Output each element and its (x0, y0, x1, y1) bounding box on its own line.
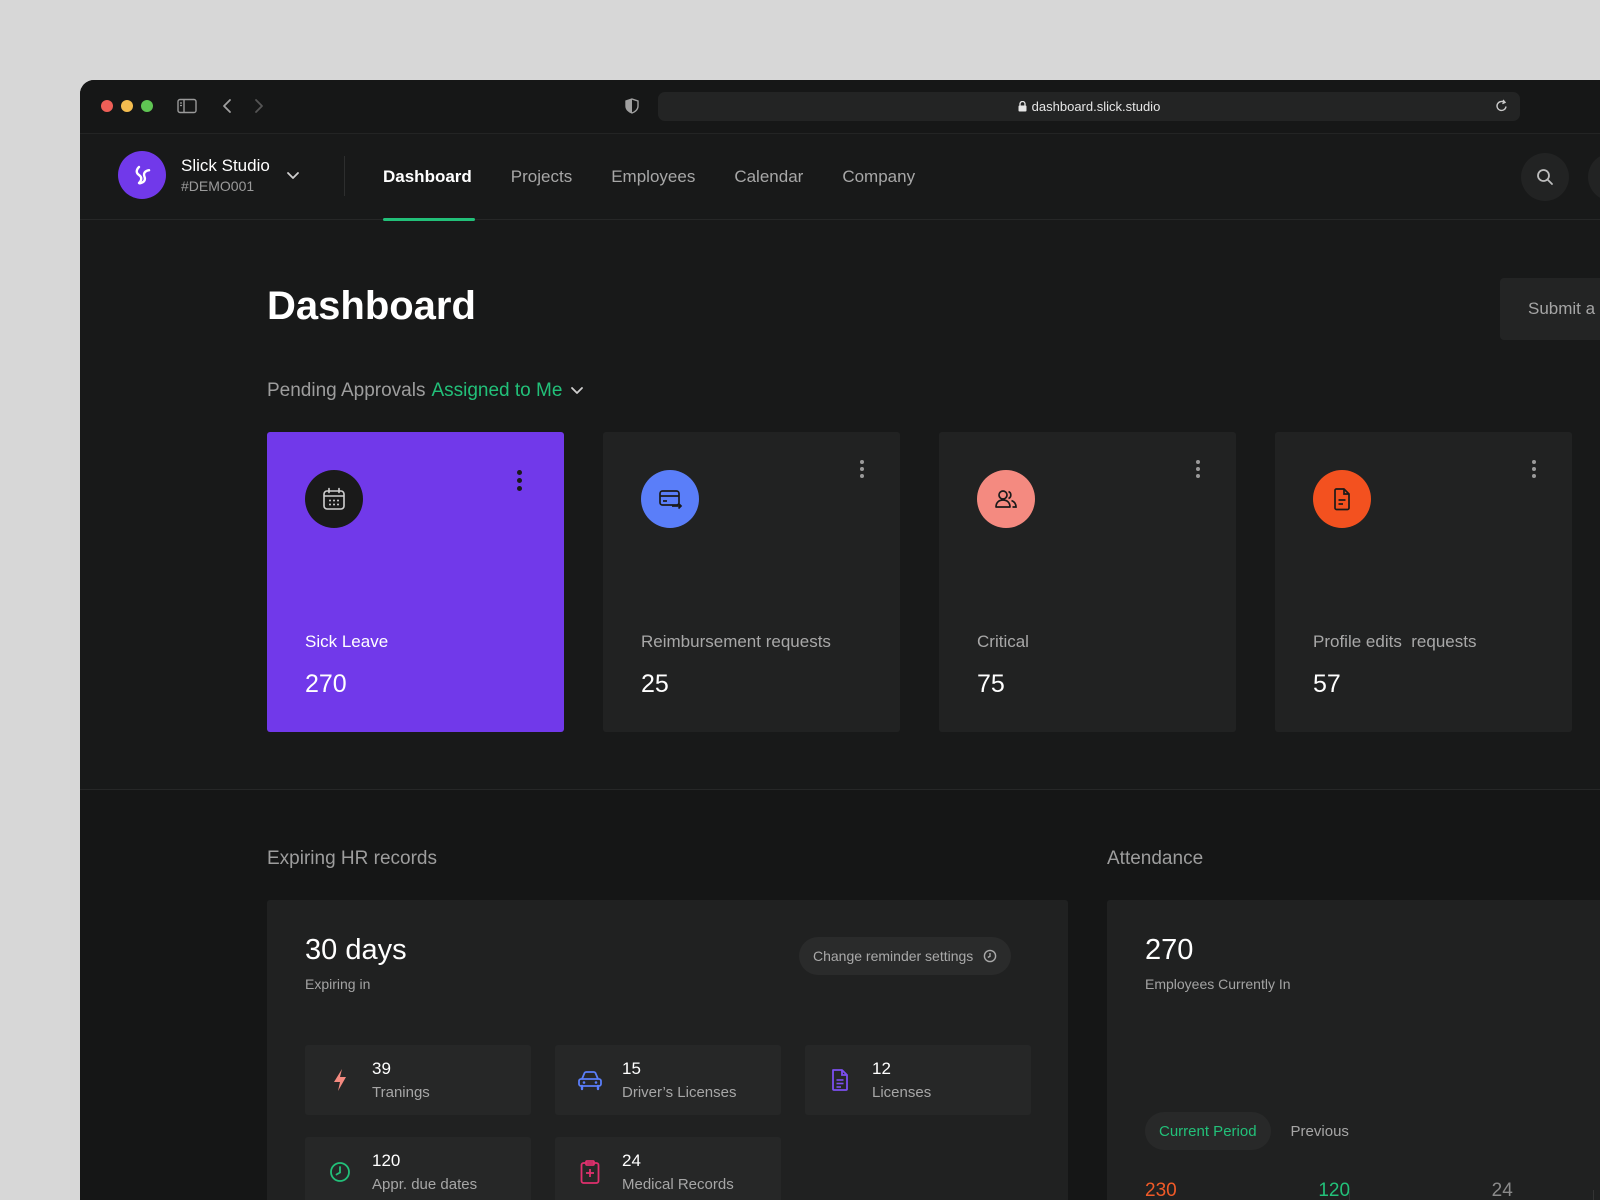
calendar-icon (305, 470, 363, 528)
tab-calendar[interactable]: Calendar (734, 134, 803, 220)
browser-toolbar: dashboard.slick.studio (80, 80, 1600, 134)
document-icon (1313, 470, 1371, 528)
attendance-stat: 230 (1145, 1180, 1177, 1200)
employees-in-count: 270 (1145, 934, 1194, 966)
submit-button[interactable]: Submit a (1500, 278, 1600, 340)
minimize-window-button[interactable] (121, 100, 133, 112)
tab-employees[interactable]: Employees (611, 134, 695, 220)
stat-divider (1349, 1190, 1350, 1200)
expiring-days-label: Expiring in (305, 976, 371, 992)
forward-arrow-icon[interactable] (252, 94, 266, 118)
app-header: Slick Studio #DEMO001 Dashboard Projects… (80, 134, 1600, 221)
approval-card-sick-leave[interactable]: Sick Leave 270 (267, 432, 564, 732)
users-icon (977, 470, 1035, 528)
record-trainings[interactable]: 39 Tranings (305, 1045, 531, 1115)
more-options-icon[interactable] (517, 468, 522, 492)
reload-icon[interactable] (1495, 99, 1508, 116)
more-options-icon[interactable] (1196, 458, 1200, 479)
card-value: 270 (305, 670, 347, 698)
card-value: 75 (977, 670, 1005, 698)
employees-in-label: Employees Currently In (1145, 976, 1291, 992)
pending-approvals-heading: Pending Approvals Assigned to Me (267, 380, 584, 402)
bolt-icon (327, 1067, 353, 1093)
expiring-days: 30 days (305, 934, 407, 966)
record-count: 120 (372, 1151, 401, 1170)
tab-projects[interactable]: Projects (511, 134, 572, 220)
card-value: 25 (641, 670, 669, 698)
sidebar-toggle-icon[interactable] (176, 94, 198, 118)
approval-card-reimbursement[interactable]: Reimbursement requests 25 (603, 432, 900, 732)
record-label: Medical Records (622, 1176, 734, 1193)
more-options-icon[interactable] (860, 458, 864, 479)
card-label: Profile edits requests (1313, 632, 1477, 651)
card-value: 57 (1313, 670, 1341, 698)
card-label: Reimbursement requests (641, 632, 831, 651)
record-drivers-licenses[interactable]: 15 Driver’s Licenses (555, 1045, 781, 1115)
record-label: Driver’s Licenses (622, 1084, 737, 1101)
more-options-icon[interactable] (1532, 458, 1536, 479)
medical-clipboard-icon (577, 1159, 603, 1185)
change-reminder-button[interactable]: Change reminder settings (799, 937, 1012, 975)
stat-divider (1593, 1190, 1594, 1200)
privacy-shield-icon[interactable] (624, 94, 640, 118)
record-count: 39 (372, 1059, 391, 1078)
record-label: Appr. due dates (372, 1176, 478, 1193)
chevron-down-icon[interactable] (570, 386, 584, 396)
attendance-stat: 120 (1318, 1180, 1351, 1200)
hr-records-panel: 30 days Expiring in Change reminder sett… (267, 900, 1068, 1200)
hr-records-title: Expiring HR records (267, 848, 437, 869)
period-current-button[interactable]: Current Period (1145, 1112, 1271, 1150)
period-toggle: Current Period Previous (1145, 1112, 1369, 1150)
close-window-button[interactable] (101, 100, 113, 112)
workspace-name[interactable]: Slick Studio (181, 156, 270, 176)
record-licenses[interactable]: 12 Licenses (805, 1045, 1031, 1115)
page-title: Dashboard (267, 284, 476, 328)
record-appraisal-due-dates[interactable]: 120 Appr. due dates (305, 1137, 531, 1200)
zoom-window-button[interactable] (141, 100, 153, 112)
browser-window: dashboard.slick.studio Slick Studio #DEM… (80, 80, 1600, 1200)
approval-card-profile-edits[interactable]: Profile edits requests 57 (1275, 432, 1572, 732)
back-arrow-icon[interactable] (220, 94, 234, 118)
record-count: 12 (872, 1059, 891, 1078)
record-count: 24 (622, 1151, 641, 1170)
record-label: Licenses (872, 1084, 932, 1101)
attendance-stat: 24 (1491, 1180, 1513, 1200)
clock-icon (327, 1159, 353, 1185)
card-label: Sick Leave (305, 632, 389, 651)
record-count: 15 (622, 1059, 641, 1078)
record-label: Tranings (372, 1084, 430, 1101)
file-icon (827, 1067, 853, 1093)
card-transfer-icon (641, 470, 699, 528)
attendance-title: Attendance (1107, 848, 1204, 869)
pending-approvals-label: Pending Approvals (267, 380, 426, 401)
tab-company[interactable]: Company (842, 134, 915, 220)
nav-divider (344, 156, 345, 196)
attendance-panel: 270 Employees Currently In Current Perio… (1107, 900, 1600, 1200)
attendance-stats: 230 120 24 (1145, 1180, 1600, 1200)
workspace-code: #DEMO001 (181, 178, 255, 194)
record-medical-records[interactable]: 24 Medical Records (555, 1137, 781, 1200)
car-icon (577, 1067, 603, 1093)
main-tabs: Dashboard Projects Employees Calendar Co… (383, 134, 954, 221)
lock-icon (1018, 101, 1027, 112)
brand-logo-icon (135, 165, 151, 185)
approvals-filter-dropdown[interactable]: Assigned to Me (431, 380, 562, 402)
approval-cards: Sick Leave 270 Reimbursement requests 25… (267, 432, 1600, 732)
clock-icon (983, 949, 997, 963)
chevron-down-icon[interactable] (286, 168, 300, 186)
period-previous-button[interactable]: Previous (1277, 1112, 1363, 1150)
url-text: dashboard.slick.studio (1031, 99, 1161, 114)
approval-card-critical[interactable]: Critical 75 (939, 432, 1236, 732)
address-bar[interactable]: dashboard.slick.studio (658, 92, 1520, 121)
user-menu-button[interactable] (1588, 153, 1600, 201)
brand-logo[interactable] (118, 151, 166, 199)
search-button[interactable] (1521, 153, 1569, 201)
search-icon (1537, 169, 1553, 185)
tab-dashboard[interactable]: Dashboard (383, 134, 475, 221)
card-label: Critical (977, 632, 1029, 651)
change-reminder-label: Change reminder settings (813, 948, 974, 964)
